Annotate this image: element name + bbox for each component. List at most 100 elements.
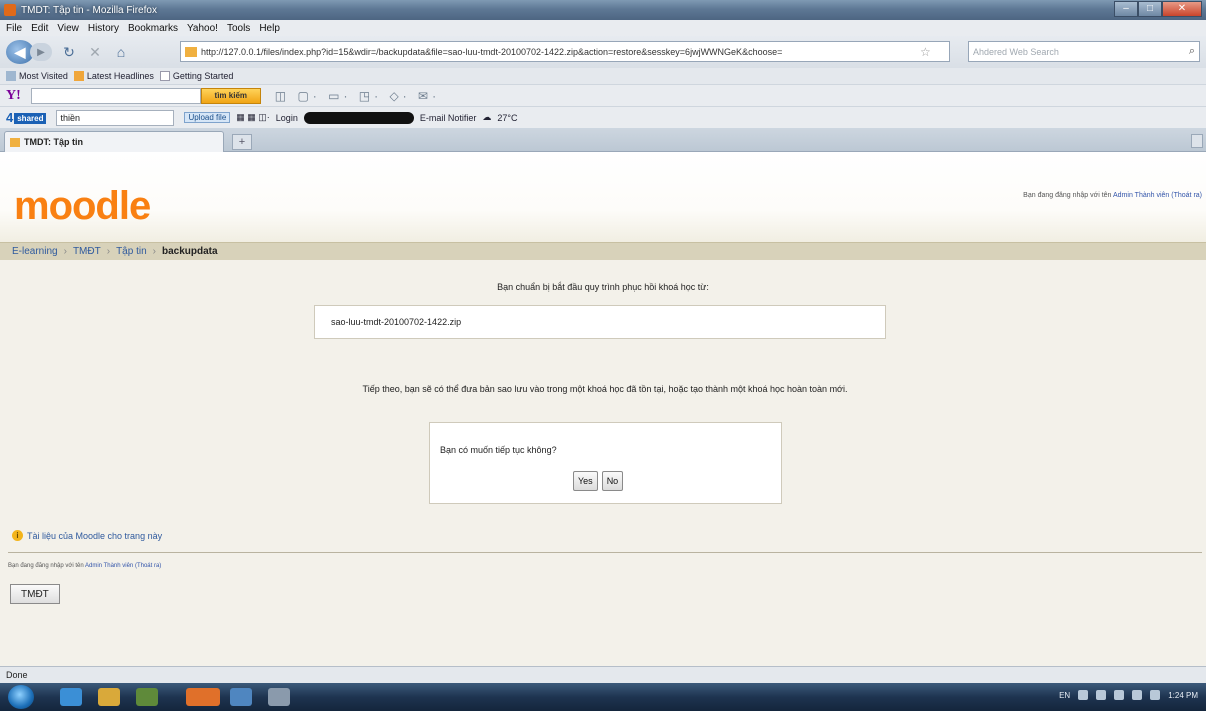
web-search-input[interactable]: Ahdered Web Search ⌕ bbox=[968, 41, 1200, 62]
menu-view[interactable]: View bbox=[57, 23, 79, 34]
ie-icon[interactable] bbox=[60, 688, 82, 706]
menu-bookmarks[interactable]: Bookmarks bbox=[128, 23, 178, 34]
reload-icon[interactable]: ↻ bbox=[60, 43, 78, 61]
stop-icon[interactable]: ✕ bbox=[86, 43, 104, 61]
backup-file-box: sao-luu-tmdt-20100702-1422.zip bbox=[314, 305, 886, 339]
backup-filename: sao-luu-tmdt-20100702-1422.zip bbox=[331, 317, 462, 327]
window-titlebar: TMDT: Tập tin - Mozilla Firefox – □ ✕ bbox=[0, 0, 1206, 20]
clock[interactable]: 1:24 PM bbox=[1168, 691, 1198, 700]
shared-logo-digit: 4 bbox=[6, 110, 14, 125]
bookmark-getting-started[interactable]: Getting Started bbox=[159, 70, 234, 82]
tray-icon[interactable] bbox=[1096, 690, 1107, 700]
menu-bar: File Edit View History Bookmarks Yahoo! … bbox=[0, 20, 1206, 36]
network-icon[interactable] bbox=[1132, 690, 1143, 700]
navigation-toolbar: ◀ ▶ ↻ ✕ ⌂ http://127.0.0.1/files/index.p… bbox=[0, 36, 1206, 68]
site-favicon bbox=[185, 46, 197, 57]
menu-history[interactable]: History bbox=[88, 23, 119, 34]
status-bar: Done bbox=[0, 666, 1206, 683]
bookmark-icon bbox=[6, 71, 16, 82]
confirm-question: Bạn có muốn tiếp tục không? bbox=[440, 445, 557, 455]
window-title: TMDT: Tập tin - Mozilla Firefox bbox=[21, 4, 157, 16]
window-controls: – □ ✕ bbox=[1114, 1, 1202, 17]
explorer-icon[interactable] bbox=[98, 688, 120, 706]
bookmark-most-visited[interactable]: Most Visited bbox=[6, 71, 68, 82]
menu-file[interactable]: File bbox=[6, 23, 22, 34]
breadcrumb-tmdt[interactable]: TMĐT bbox=[73, 246, 101, 257]
email-notifier-button[interactable]: E-mail Notifier bbox=[420, 113, 477, 123]
firefox-task-icon[interactable] bbox=[186, 688, 220, 706]
windows-taskbar: EN 1:24 PM bbox=[0, 683, 1206, 711]
app-task-icon-2[interactable] bbox=[268, 688, 290, 706]
shared-search-input[interactable]: thiền bbox=[56, 109, 175, 126]
shared-tool-icons[interactable]: ▦ ▦ ◫· bbox=[236, 112, 270, 123]
restore-intro-text: Bạn chuẩn bị bắt đầu quy trình phục hồi … bbox=[497, 282, 709, 292]
temperature: 27°C bbox=[497, 112, 518, 123]
header-logout-link[interactable]: (Thoát ra) bbox=[1171, 192, 1202, 199]
login-button[interactable]: Login bbox=[276, 113, 298, 123]
menu-yahoo[interactable]: Yahoo! bbox=[187, 23, 218, 34]
page-icon bbox=[159, 71, 170, 82]
menu-help[interactable]: Help bbox=[259, 23, 280, 34]
media-icon[interactable] bbox=[136, 688, 158, 706]
breadcrumb-files[interactable]: Tập tin bbox=[116, 246, 147, 257]
upload-file-button[interactable]: Upload file bbox=[184, 112, 231, 123]
language-indicator[interactable]: EN bbox=[1059, 691, 1070, 700]
header-user-link[interactable]: Admin Thành viên bbox=[1113, 192, 1169, 199]
bookmarks-toolbar: Most Visited Latest Headlines Getting St… bbox=[0, 68, 1206, 84]
firefox-icon bbox=[4, 4, 16, 16]
login-prefix: Bạn đang đăng nhập với tên bbox=[1023, 192, 1112, 199]
header-login-info: Bạn đang đăng nhập với tên Admin Thành v… bbox=[1023, 192, 1202, 199]
footer-user-link[interactable]: Admin Thành viên bbox=[85, 563, 133, 569]
breadcrumb-separator: › bbox=[106, 246, 111, 257]
footer-login-info: Bạn đang đăng nhập với tên Admin Thành v… bbox=[8, 563, 161, 569]
new-tab-button[interactable]: + bbox=[232, 134, 252, 150]
breadcrumb-separator: › bbox=[152, 246, 156, 257]
no-button[interactable]: No bbox=[601, 471, 624, 491]
menu-tools[interactable]: Tools bbox=[227, 23, 250, 34]
bookmark-label: Getting Started bbox=[172, 70, 234, 81]
bookmark-latest-headlines[interactable]: Latest Headlines bbox=[73, 70, 154, 82]
app-task-icon[interactable] bbox=[230, 688, 252, 706]
yes-button[interactable]: Yes bbox=[573, 471, 598, 491]
home-icon[interactable]: ⌂ bbox=[112, 43, 130, 61]
maximize-button[interactable]: □ bbox=[1138, 1, 1162, 17]
forward-button[interactable]: ▶ bbox=[30, 43, 52, 61]
tab-list-button[interactable] bbox=[1191, 134, 1203, 148]
yahoo-tool-icons[interactable]: ◫ ▢· ▭· ◳· ◇· ✉· bbox=[275, 89, 440, 103]
restore-next-message: Tiếp theo, bạn sẽ có thể đưa bản sao lưu… bbox=[362, 384, 848, 394]
search-icon[interactable]: ⌕ bbox=[1189, 45, 1195, 58]
footer-divider bbox=[8, 552, 1202, 553]
volume-icon[interactable] bbox=[1150, 690, 1161, 700]
address-bar[interactable]: http://127.0.0.1/files/index.php?id=15&w… bbox=[180, 41, 950, 62]
yahoo-toolbar: Y! tìm kiếm ◫ ▢· ▭· ◳· ◇· ✉· bbox=[0, 84, 1206, 106]
course-home-button[interactable]: TMĐT bbox=[10, 584, 60, 604]
close-window-button[interactable]: ✕ bbox=[1162, 1, 1202, 17]
breadcrumb: E-learning › TMĐT › Tập tin › backupdata bbox=[0, 242, 1206, 260]
footer-logout-link[interactable]: (Thoát ra) bbox=[135, 563, 161, 569]
tab-favicon bbox=[10, 137, 20, 147]
shared-toolbar-items: Upload file ▦ ▦ ◫· Login E-mail Notifier… bbox=[184, 111, 518, 124]
start-button[interactable] bbox=[8, 685, 34, 709]
bookmark-label: Latest Headlines bbox=[86, 70, 154, 81]
minimize-button[interactable]: – bbox=[1114, 1, 1138, 17]
breadcrumb-separator: › bbox=[63, 246, 67, 257]
tab-title: TMDT: Tập tin bbox=[24, 137, 83, 147]
yahoo-search-button[interactable]: tìm kiếm bbox=[200, 87, 261, 104]
media-player[interactable] bbox=[303, 111, 414, 124]
moodle-docs-link[interactable]: i Tài liệu của Moodle cho trang này bbox=[12, 530, 162, 541]
menu-edit[interactable]: Edit bbox=[31, 23, 48, 34]
breadcrumb-elearning[interactable]: E-learning bbox=[12, 246, 58, 257]
tray-icon[interactable] bbox=[1078, 690, 1089, 700]
shared-logo: 4 shared bbox=[6, 110, 47, 125]
bookmark-star-icon[interactable]: ☆ bbox=[920, 45, 931, 59]
weather-icon: ☁ bbox=[482, 112, 492, 122]
moodle-header: moodle Bạn đang đăng nhập với tên Admin … bbox=[0, 152, 1206, 260]
bookmark-label: Most Visited bbox=[19, 70, 68, 81]
moodle-logo[interactable]: moodle bbox=[14, 184, 151, 229]
yahoo-search-input[interactable] bbox=[30, 87, 201, 104]
confirm-dialog: Bạn có muốn tiếp tục không? Yes No bbox=[429, 422, 782, 504]
yahoo-logo: Y! bbox=[6, 87, 21, 103]
tab-tmdt[interactable]: TMDT: Tập tin bbox=[4, 131, 224, 152]
tray-icon[interactable] bbox=[1114, 690, 1125, 700]
tab-bar: TMDT: Tập tin + bbox=[0, 128, 1206, 152]
